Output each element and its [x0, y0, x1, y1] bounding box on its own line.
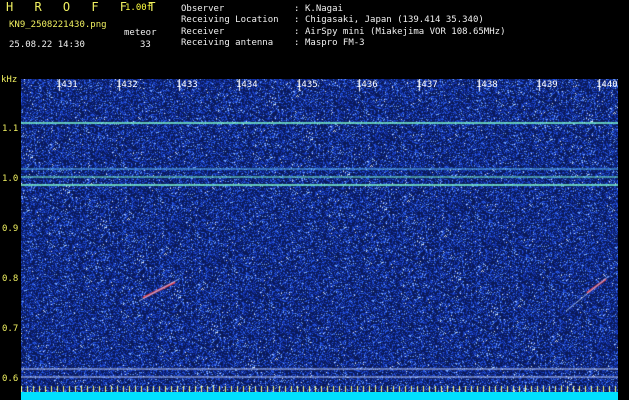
meta-separator: :	[294, 38, 300, 48]
x-tick: 1434	[236, 80, 258, 90]
x-tick: 1440	[596, 80, 618, 90]
timestamp-label: 25.08.22 14:30	[9, 40, 85, 50]
meta-separator: :	[294, 15, 300, 25]
meta-separator: :	[294, 27, 300, 37]
y-tick: 0.7	[2, 324, 19, 334]
x-tick: 1439	[536, 80, 558, 90]
meta-key-receiver: Receiver	[181, 27, 225, 37]
meta-value-antenna: Maspro FM-3	[305, 38, 365, 48]
spectrogram-plot	[21, 79, 618, 392]
y-tick: 1.1	[2, 124, 19, 134]
x-tick: 1438	[476, 80, 498, 90]
meta-key-antenna: Receiving antenna	[181, 38, 274, 48]
y-tick: 1.0	[2, 174, 19, 184]
y-axis-unit: kHz	[1, 75, 18, 85]
meta-value-receiver: AirSpy mini (Miakejima VOR 108.65MHz)	[305, 27, 506, 37]
y-tick: 0.9	[2, 224, 19, 234]
right-border	[618, 79, 629, 400]
spectrogram-window: H R O F F T 1.00f KN9_2508221430.png met…	[0, 0, 629, 400]
meta-value-location: Chigasaki, Japan (139.414 35.340)	[305, 15, 484, 25]
x-tick: 1432	[116, 80, 138, 90]
x-tick: 1436	[356, 80, 378, 90]
y-tick: 0.6	[2, 374, 19, 384]
x-tick: 1435	[296, 80, 318, 90]
meta-key-location: Receiving Location	[181, 15, 279, 25]
y-tick: 0.8	[2, 274, 19, 284]
x-tick: 1437	[416, 80, 438, 90]
meteor-count: 33	[140, 40, 151, 50]
meta-value-observer: K.Nagai	[305, 4, 343, 14]
x-tick: 1431	[56, 80, 78, 90]
spectrogram-canvas	[21, 79, 618, 392]
meta-separator: :	[294, 4, 300, 14]
version-label: 1.00f	[125, 3, 153, 13]
filename-label: KN9_2508221430.png	[9, 20, 107, 30]
meteor-label: meteor	[124, 28, 157, 38]
signal-baseline-bar	[21, 392, 618, 400]
x-tick: 1433	[176, 80, 198, 90]
meta-key-observer: Observer	[181, 4, 225, 14]
